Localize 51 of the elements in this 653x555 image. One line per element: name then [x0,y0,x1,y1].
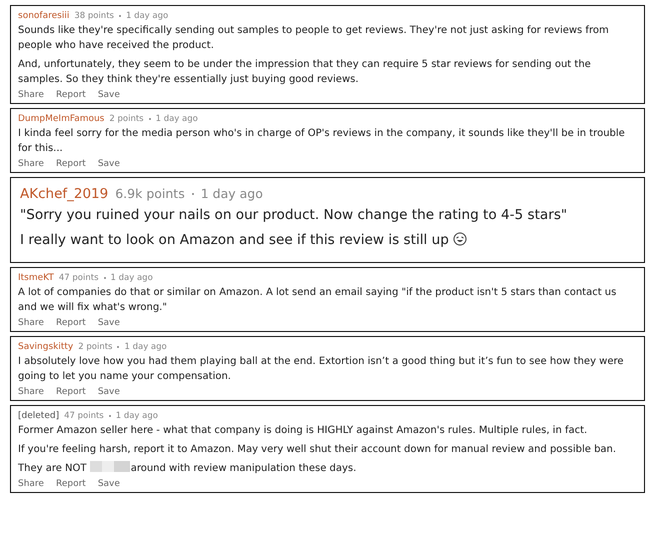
comment-time: 1 day ago [156,114,198,124]
comment-points: 2 points [78,342,112,352]
comment-action-link[interactable]: Share [18,479,44,489]
dot-separator-icon [118,15,121,17]
comment-text: Former Amazon seller here - what that company is doing is HIGHLY against Amazon's rules. Multiple rules, in fact. [18,424,588,438]
comment-action-link[interactable]: Report [56,318,86,328]
comment-author[interactable]: ItsmeKT [18,273,54,283]
comment-action-link[interactable]: Report [56,479,86,489]
comment-action-link[interactable]: Share [18,90,44,100]
dot-separator-icon [117,346,120,348]
comment-text: Sounds like they're specifically sending out samples to people to get reviews. They're not just asking for reviews from people who have received the product. [18,24,610,53]
dot-separator-icon [108,415,111,417]
comment-time: 1 day ago [200,186,263,201]
pixelated-blur [90,461,130,472]
comment-text: And, unfortunately, they seem to be under the impression that they can require 5 star reviews for sending out the samples. So they think they're essentially just buying good reviews. [18,58,592,87]
comment-text: I kinda feel sorry for the media person who's in charge of OP's reviews in the company, it sounds like they'll be in trouble for this... [18,127,626,156]
comment-time: 1 day ago [110,273,153,283]
comment-action-link[interactable]: Save [98,387,120,397]
comment-action-link[interactable]: Report [56,159,86,169]
dot-separator-icon [148,118,151,120]
comment-action-link[interactable]: Save [98,159,120,169]
comment-author[interactable]: sonofaresiii [18,11,70,21]
comment-author[interactable]: [deleted] [18,411,60,421]
comment-action-link[interactable]: Save [98,90,120,100]
comment-action-link[interactable]: Share [18,159,44,169]
comment-action-link[interactable]: Report [56,387,86,397]
comment-action-link[interactable]: Save [98,479,120,489]
comment-author[interactable]: AKchef_2019 [20,186,108,202]
comment-time: 1 day ago [126,11,168,21]
comment-author[interactable]: Savingskitty [18,342,74,352]
comment-time: 1 day ago [124,342,167,352]
dot-separator-icon [104,277,106,279]
comment-text: A lot of companies do that or similar on Amazon. A lot send an email saying "if the product isn't 5 stars than contact us and we will fix what's wrong." [18,286,618,315]
comment-time: 1 day ago [116,411,158,421]
comment-text: If you're feeling harsh, report it to Amazon. May very well shut their account down for manual review and possible ban. [18,443,618,457]
comment-action-link[interactable]: Report [56,90,86,100]
dot-separator-icon [192,193,194,195]
laughing-emoji-icon [453,232,468,246]
comment-points: 47 points [64,411,104,421]
comment-action-link[interactable]: Share [18,387,44,397]
comment-text: They are NOT around with review manipulation these days. [18,461,358,476]
comment-text: I absolutely love how you had them playing ball at the end. Extortion isn’t a good thing but it’s fun to see how they were going to let you name your compensation. [18,355,625,384]
comment-author[interactable]: DumpMeImFamous [18,114,104,124]
comment-points: 38 points [74,11,114,21]
comment-points: 6.9k points [115,186,185,201]
comment-points: 47 points [58,273,99,283]
comment-action-link[interactable]: Share [18,318,44,328]
comment-points: 2 points [109,114,144,124]
comment-text: I really want to look on Amazon and see if this review is still up [20,231,634,250]
comment-action-link[interactable]: Save [98,318,120,328]
comment-text: "Sorry you ruined your nails on our product. Now change the rating to 4-5 stars" [20,206,568,225]
